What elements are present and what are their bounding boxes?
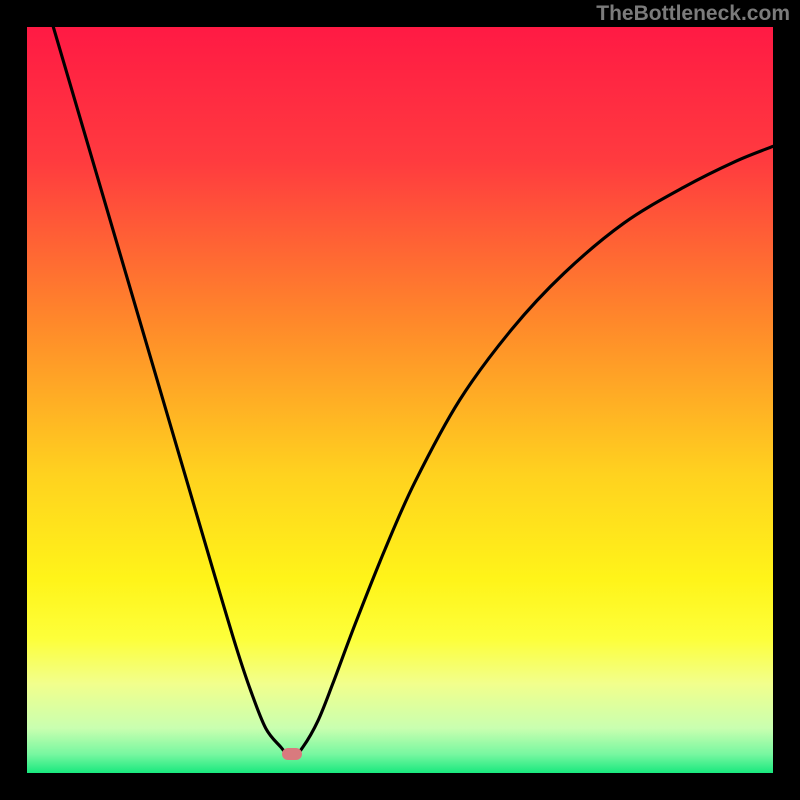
plot-area xyxy=(27,27,773,773)
watermark-text: TheBottleneck.com xyxy=(596,2,790,26)
chart-frame: TheBottleneck.com xyxy=(0,0,800,800)
bottleneck-curve xyxy=(27,27,773,773)
optimal-point-marker xyxy=(282,748,302,760)
